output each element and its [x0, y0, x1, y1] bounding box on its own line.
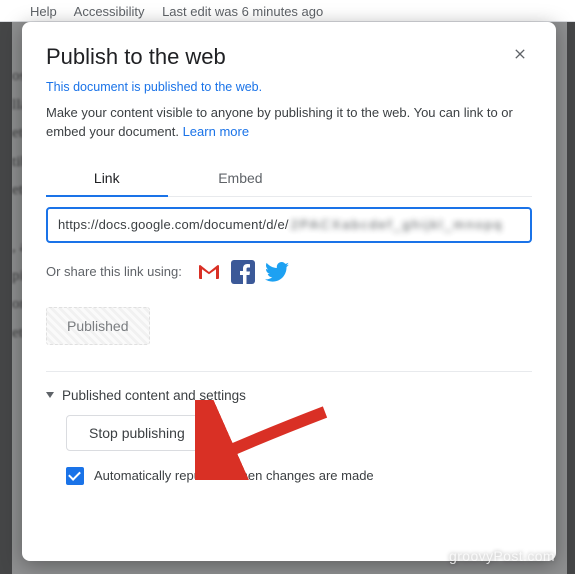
expander-label: Published content and settings: [62, 388, 246, 403]
facebook-icon[interactable]: [230, 259, 256, 285]
published-status-text: This document is published to the web.: [46, 80, 532, 94]
tab-link[interactable]: Link: [46, 160, 168, 196]
tab-embed[interactable]: Embed: [168, 160, 314, 196]
menu-help: Help: [30, 4, 57, 19]
auto-republish-checkbox[interactable]: [66, 467, 84, 485]
share-label: Or share this link using:: [46, 264, 182, 279]
close-button[interactable]: [508, 42, 532, 66]
background-menubar: Help Accessibility Last edit was 6 minut…: [0, 0, 575, 22]
published-content-settings-expander[interactable]: Published content and settings: [46, 388, 532, 403]
divider: [46, 371, 532, 372]
published-status-button[interactable]: Published: [46, 307, 150, 345]
publish-to-web-dialog: Publish to the web This document is publ…: [22, 22, 556, 561]
last-edit-text: Last edit was 6 minutes ago: [162, 4, 323, 19]
tab-bar: Link Embed: [46, 160, 532, 197]
learn-more-link[interactable]: Learn more: [183, 124, 249, 139]
description-text: Make your content visible to anyone by p…: [46, 104, 532, 142]
stop-publishing-button[interactable]: Stop publishing: [66, 415, 208, 451]
url-redacted: 2PACXabcdef_ghijkl_mnopq: [291, 217, 504, 232]
public-url-field[interactable]: https://docs.google.com/document/d/e/2PA…: [46, 207, 532, 243]
menu-accessibility: Accessibility: [74, 4, 145, 19]
chevron-down-icon: [46, 392, 54, 398]
dialog-title: Publish to the web: [46, 44, 226, 70]
share-row: Or share this link using:: [46, 259, 532, 285]
twitter-icon[interactable]: [264, 259, 290, 285]
auto-republish-label: Automatically republish when changes are…: [94, 468, 374, 483]
watermark: groovyPost.com: [449, 548, 555, 564]
gmail-icon[interactable]: [196, 259, 222, 285]
